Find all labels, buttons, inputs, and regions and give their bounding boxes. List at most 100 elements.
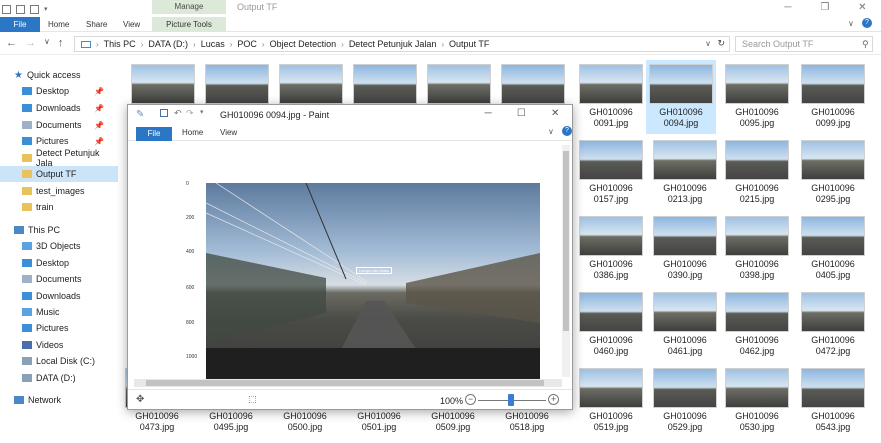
file-tile[interactable]: GH010096 0529.jpg [650,368,720,433]
scrollbar-thumb[interactable] [563,151,569,331]
file-tile[interactable] [128,64,198,104]
checkmark-icon[interactable] [16,4,25,14]
breadcrumb-this-pc[interactable]: This PC [104,39,136,49]
sidebar-item-pc-downloads[interactable]: Downloads [0,288,118,304]
help-icon[interactable]: ? [862,18,872,28]
file-tile[interactable]: GH010096 0390.jpg [650,216,720,281]
sidebar-item-pc-pictures[interactable]: Pictures [0,320,118,336]
tab-home[interactable]: Home [48,17,69,32]
new-folder-icon[interactable] [30,4,39,14]
zoom-out-button[interactable]: − [465,394,476,405]
close-icon[interactable]: ✕ [551,108,559,119]
save-icon[interactable] [160,109,168,117]
file-tile[interactable] [498,64,568,104]
sidebar-item-pictures[interactable]: Pictures 📌 [0,133,118,149]
file-tile[interactable]: GH010096 0095.jpg [722,64,792,129]
file-tile[interactable]: GH010096 0461.jpg [650,292,720,357]
file-tile[interactable]: GH010096 0215.jpg [722,140,792,205]
file-tile[interactable] [350,64,420,104]
maximize-icon[interactable]: ☐ [517,108,526,119]
file-tile[interactable]: GH010096 0530.jpg [722,368,792,433]
sidebar-item-downloads[interactable]: Downloads 📌 [0,100,118,116]
search-input[interactable]: Search Output TF [735,36,873,52]
tab-share[interactable]: Share [86,17,107,32]
breadcrumb-object-detection[interactable]: Object Detection [270,39,337,49]
file-name: GH010096 0460.jpg [589,335,633,356]
sidebar-item-this-pc[interactable]: This PC [0,222,118,238]
file-tile[interactable]: GH010096 0405.jpg [798,216,868,281]
recent-dropdown-icon[interactable]: ∨ [44,37,50,49]
file-tile[interactable]: GH010096 0519.jpg [576,368,646,433]
expand-ribbon-icon[interactable]: ∨ [548,127,554,136]
sidebar-item-pc-documents[interactable]: Documents [0,271,118,287]
tab-manage[interactable]: Manage [152,0,226,14]
file-tile[interactable]: GH010096 0386.jpg [576,216,646,281]
sidebar-item-documents[interactable]: Documents 📌 [0,117,118,133]
up-arrow-icon[interactable]: ↑ [58,37,64,49]
sidebar-item-network[interactable]: Network [0,392,118,408]
horizontal-scrollbar[interactable] [134,379,562,387]
tab-picture-tools[interactable]: Picture Tools [152,17,226,32]
sidebar-item-pc-desktop[interactable]: Desktop [0,255,118,271]
sidebar-item-3d-objects[interactable]: 3D Objects [0,238,118,254]
breadcrumb-output-tf[interactable]: Output TF [449,39,489,49]
file-tile[interactable]: GH010096 0099.jpg [798,64,868,129]
vertical-scrollbar[interactable] [562,145,570,377]
sidebar-item-data-d[interactable]: DATA (D:) [0,370,118,386]
breadcrumb-data-drive[interactable]: DATA (D:) [148,39,188,49]
sidebar-item-videos[interactable]: Videos [0,337,118,353]
paint-tab-file[interactable]: File [136,127,172,141]
redo-icon[interactable]: ↷ [186,108,194,119]
sidebar-item-local-disk-c[interactable]: Local Disk (C:) [0,353,118,369]
file-tile[interactable]: GH010096 0462.jpg [722,292,792,357]
file-tile[interactable]: GH010096 0295.jpg [798,140,868,205]
minimize-icon[interactable]: ─ [784,2,791,13]
paint-tab-view[interactable]: View [220,128,237,137]
canvas[interactable]: 0 200 400 600 800 1000 Lampu lalu lintas [134,145,562,379]
sidebar-item-detect-petunjuk-jalan[interactable]: Detect Petunjuk Jala [0,148,118,168]
paint-titlebar[interactable]: ✎ ↶ ↷ ▾ GH010096 0094.jpg - Paint ─ ☐ ✕ [128,105,572,125]
file-tile[interactable]: GH010096 0460.jpg [576,292,646,357]
tab-view[interactable]: View [123,17,140,32]
forward-arrow-icon[interactable]: → [25,37,36,49]
folder-icon[interactable] [2,4,11,14]
refresh-icon[interactable]: ↻ [717,38,725,49]
file-tile-selected[interactable]: GH010096 0094.jpg [646,60,716,134]
breadcrumb-detect-petunjuk-jalan[interactable]: Detect Petunjuk Jalan [349,39,437,49]
sidebar-item-quick-access[interactable]: ★ Quick access [0,67,118,83]
help-icon[interactable]: ? [562,126,572,136]
address-bar[interactable]: › This PC › DATA (D:) › Lucas › POC › Ob… [74,36,730,52]
breadcrumb-lucas[interactable]: Lucas [201,39,225,49]
scrollbar-thumb[interactable] [146,380,544,386]
breadcrumb-poc[interactable]: POC [237,39,257,49]
file-tile[interactable]: GH010096 0213.jpg [650,140,720,205]
minimize-icon[interactable]: ─ [485,108,492,119]
music-icon [22,308,32,316]
sidebar-item-test-images[interactable]: test_images [0,183,118,199]
zoom-in-button[interactable]: + [548,394,559,405]
zoom-slider-thumb[interactable] [508,394,514,406]
file-tile[interactable]: GH010096 0398.jpg [722,216,792,281]
back-arrow-icon[interactable]: ← [6,37,17,49]
file-tile[interactable]: GH010096 0472.jpg [798,292,868,357]
tab-file[interactable]: File [0,17,40,32]
file-tile[interactable] [276,64,346,104]
restore-icon[interactable]: ❐ [820,2,829,13]
file-tile[interactable]: GH010096 0157.jpg [576,140,646,205]
dropdown-icon[interactable]: ▾ [44,5,48,13]
file-tile[interactable]: GH010096 0091.jpg [576,64,646,129]
sidebar-item-output-tf[interactable]: Output TF [0,166,118,182]
paint-tab-home[interactable]: Home [182,128,203,137]
file-tile[interactable]: GH010096 0543.jpg [798,368,868,433]
sidebar-item-train[interactable]: train [0,199,118,215]
file-tile[interactable] [202,64,272,104]
undo-icon[interactable]: ↶ [174,108,182,119]
customize-dropdown-icon[interactable]: ▾ [200,108,204,116]
address-dropdown-icon[interactable]: ∨ [705,39,711,48]
paint-window[interactable]: ✎ ↶ ↷ ▾ GH010096 0094.jpg - Paint ─ ☐ ✕ … [127,104,573,410]
sidebar-item-music[interactable]: Music [0,304,118,320]
expand-ribbon-icon[interactable]: ∨ [848,19,854,28]
close-icon[interactable]: ✕ [858,2,866,13]
sidebar-item-desktop[interactable]: Desktop 📌 [0,83,118,99]
file-tile[interactable] [424,64,494,104]
